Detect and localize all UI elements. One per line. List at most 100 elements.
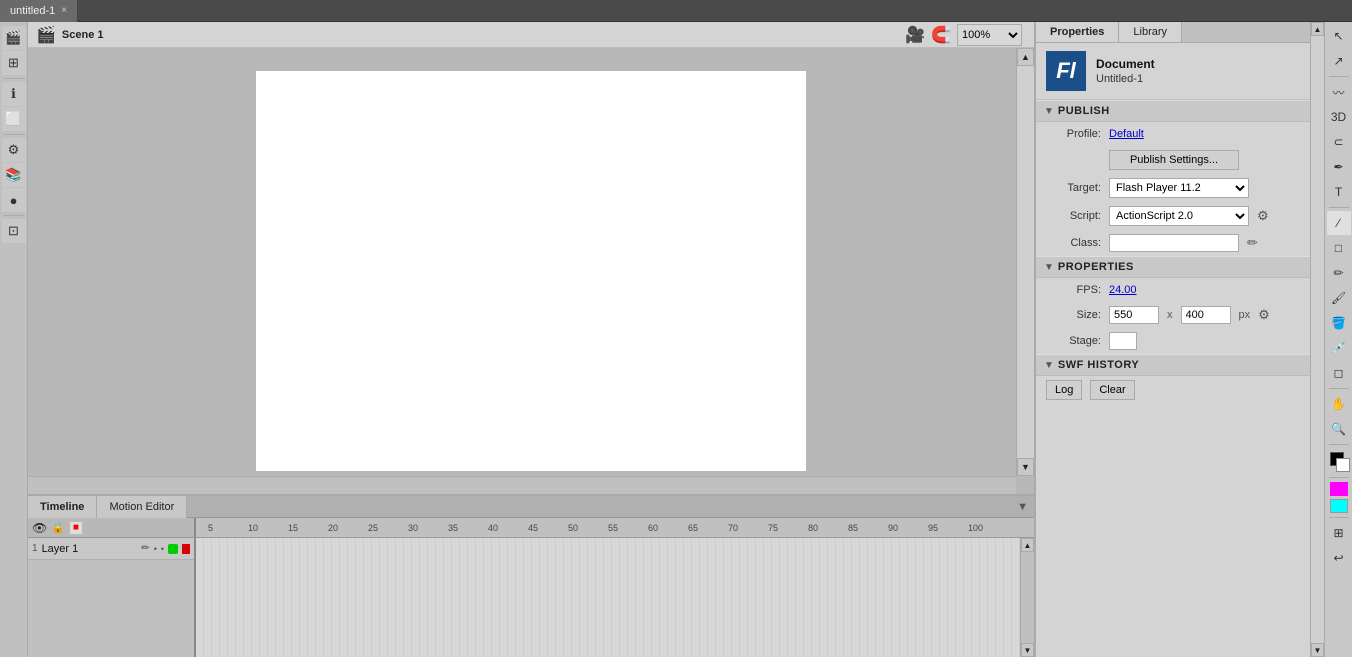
tool-grid-btn[interactable]: ⊞ (2, 51, 26, 75)
panel-scroll-track (1311, 36, 1324, 643)
panel-scroll-up[interactable]: ▲ (1311, 22, 1324, 36)
tab-close-btn[interactable]: × (61, 5, 67, 16)
fps-value[interactable]: 24.00 (1109, 284, 1137, 296)
stage-label: Stage: (1046, 335, 1101, 347)
document-tab[interactable]: untitled-1 × (0, 0, 78, 22)
frames-vscrollbar[interactable]: ▲ ▼ (1020, 538, 1034, 657)
undo-btn[interactable]: ↩ (1327, 546, 1351, 570)
tool-align-btn[interactable]: ⊡ (2, 219, 26, 243)
cyan-swatch[interactable] (1330, 499, 1348, 513)
size-settings-icon[interactable]: ⚙ (1258, 307, 1270, 323)
stage-color-picker[interactable] (1109, 332, 1137, 350)
publish-section-header[interactable]: ▼ PUBLISH (1036, 100, 1324, 122)
pen-tool-btn[interactable]: ✒ (1327, 155, 1351, 179)
subselect-tool-btn[interactable]: ↗ (1327, 49, 1351, 73)
layer-keyframe-red (182, 544, 190, 554)
snap-icon-btn[interactable]: 🧲 (931, 25, 951, 45)
tab-library[interactable]: Library (1119, 22, 1182, 42)
publish-arrow: ▼ (1044, 106, 1054, 117)
fill-color-btn[interactable] (1336, 458, 1350, 472)
frame-icon: ■ (69, 521, 83, 535)
eraser-btn[interactable]: ◻ (1327, 361, 1351, 385)
layer-color-green (168, 544, 178, 554)
stage-color-row: Stage: (1036, 328, 1324, 354)
properties-arrow: ▼ (1044, 262, 1054, 273)
script-select[interactable]: ActionScript 2.0 ActionScript 3.0 Action… (1109, 206, 1249, 226)
profile-value[interactable]: Default (1109, 128, 1144, 140)
swf-history-header[interactable]: ▼ SWF HISTORY (1036, 354, 1324, 376)
tab-properties[interactable]: Properties (1036, 22, 1119, 42)
paint-bucket-btn[interactable]: 🪣 (1327, 311, 1351, 335)
clear-btn[interactable]: Clear (1090, 380, 1134, 400)
layer-list: 1 Layer 1 ✏ • • (28, 538, 196, 657)
frames-area[interactable]: ▲ ▼ (196, 538, 1034, 657)
size-width-input[interactable] (1109, 306, 1159, 324)
class-label: Class: (1046, 237, 1101, 249)
tool-scene-btn[interactable]: 🎬 (2, 26, 26, 50)
visibility-icon: 👁 (32, 521, 47, 535)
class-row: Class: ✏ (1036, 230, 1324, 256)
eyedropper-btn[interactable]: 💉 (1327, 336, 1351, 360)
snap-align-btn[interactable]: ⊞ (1327, 521, 1351, 545)
tool-circle-btn[interactable]: ● (2, 188, 26, 212)
pencil-tool-btn[interactable]: ✏ (1327, 261, 1351, 285)
doc-name: Untitled-1 (1096, 73, 1155, 85)
size-row: Size: x px ⚙ (1036, 302, 1324, 328)
scroll-down-btn[interactable]: ▼ (1017, 458, 1034, 476)
tab-motion-editor[interactable]: Motion Editor (97, 496, 187, 518)
publish-settings-btn[interactable]: Publish Settings... (1109, 150, 1239, 170)
camera-icon-btn[interactable]: 🎥 (905, 25, 925, 45)
stroke-fill-colors (1328, 450, 1350, 472)
target-select[interactable]: Flash Player 11.2 Flash Player 10 Flash … (1109, 178, 1249, 198)
frames-scroll-down[interactable]: ▼ (1021, 643, 1034, 657)
rect-tool-btn[interactable]: □ (1327, 236, 1351, 260)
zoom-select[interactable]: 100% 25% 50% 75% 150% 200% (957, 24, 1022, 46)
tool-components-btn[interactable]: ⚙ (2, 138, 26, 162)
scroll-vtrack[interactable] (1017, 66, 1034, 458)
publish-section-title: PUBLISH (1058, 105, 1110, 117)
tab-title: untitled-1 (10, 5, 55, 17)
size-label: Size: (1046, 309, 1101, 321)
panel-vscrollbar[interactable]: ▲ ▼ (1310, 22, 1324, 657)
doc-type: Document (1096, 57, 1155, 71)
layer-name[interactable]: Layer 1 (42, 543, 138, 555)
tab-timeline[interactable]: Timeline (28, 496, 97, 518)
zoom-tool-btn[interactable]: 🔍 (1327, 417, 1351, 441)
class-edit-icon[interactable]: ✏ (1247, 235, 1258, 251)
text-tool-btn[interactable]: T (1327, 180, 1351, 204)
class-input[interactable] (1109, 234, 1239, 252)
layer-edit-icon: ✏ (141, 543, 149, 554)
tool-library-btn[interactable]: 📚 (2, 163, 26, 187)
freeform-tool-btn[interactable]: 〰 (1327, 80, 1351, 104)
frames-scroll-up[interactable]: ▲ (1021, 538, 1034, 552)
fps-row: FPS: 24.00 (1036, 278, 1324, 302)
panel-scroll[interactable]: Fl Document Untitled-1 ▼ PUBLISH Profile… (1036, 43, 1324, 657)
stage-canvas[interactable] (256, 71, 806, 471)
stage-vscrollbar[interactable]: ▲ ▼ (1016, 48, 1034, 476)
target-label: Target: (1046, 182, 1101, 194)
lasso-tool-btn[interactable]: ⊂ (1327, 130, 1351, 154)
log-btn[interactable]: Log (1046, 380, 1082, 400)
tool-transform-btn[interactable]: ⬜ (2, 107, 26, 131)
scroll-up-btn[interactable]: ▲ (1017, 48, 1034, 66)
tool-info-btn[interactable]: ℹ (2, 82, 26, 106)
timeline-collapse-btn[interactable]: ▼ (1011, 501, 1034, 513)
layer-row[interactable]: 1 Layer 1 ✏ • • (28, 538, 194, 560)
lock-icon: 🔒 (51, 521, 65, 534)
3d-tool-btn[interactable]: 3D (1327, 105, 1351, 129)
timeline-header: 👁 🔒 ■ 5 10 15 20 25 30 35 (28, 518, 1034, 538)
size-height-input[interactable] (1181, 306, 1231, 324)
hand-tool-btn[interactable]: ✋ (1327, 392, 1351, 416)
script-settings-icon[interactable]: ⚙ (1257, 208, 1269, 224)
properties-section-header[interactable]: ▼ PROPERTIES (1036, 256, 1324, 278)
stage-hscrollbar[interactable] (28, 476, 1016, 494)
brush-tool-btn[interactable]: 🖌 (1327, 286, 1351, 310)
timeline-tabs: Timeline Motion Editor ▼ (28, 496, 1034, 518)
panel-scroll-down[interactable]: ▼ (1311, 643, 1324, 657)
line-tool-btn[interactable]: ⁄ (1327, 211, 1351, 235)
arrow-tool-btn[interactable]: ↖ (1327, 24, 1351, 48)
right-panel: Properties Library Fl Document Untitled-… (1034, 22, 1324, 657)
script-label: Script: (1046, 210, 1101, 222)
magenta-swatch[interactable] (1330, 482, 1348, 496)
target-row: Target: Flash Player 11.2 Flash Player 1… (1036, 174, 1324, 202)
